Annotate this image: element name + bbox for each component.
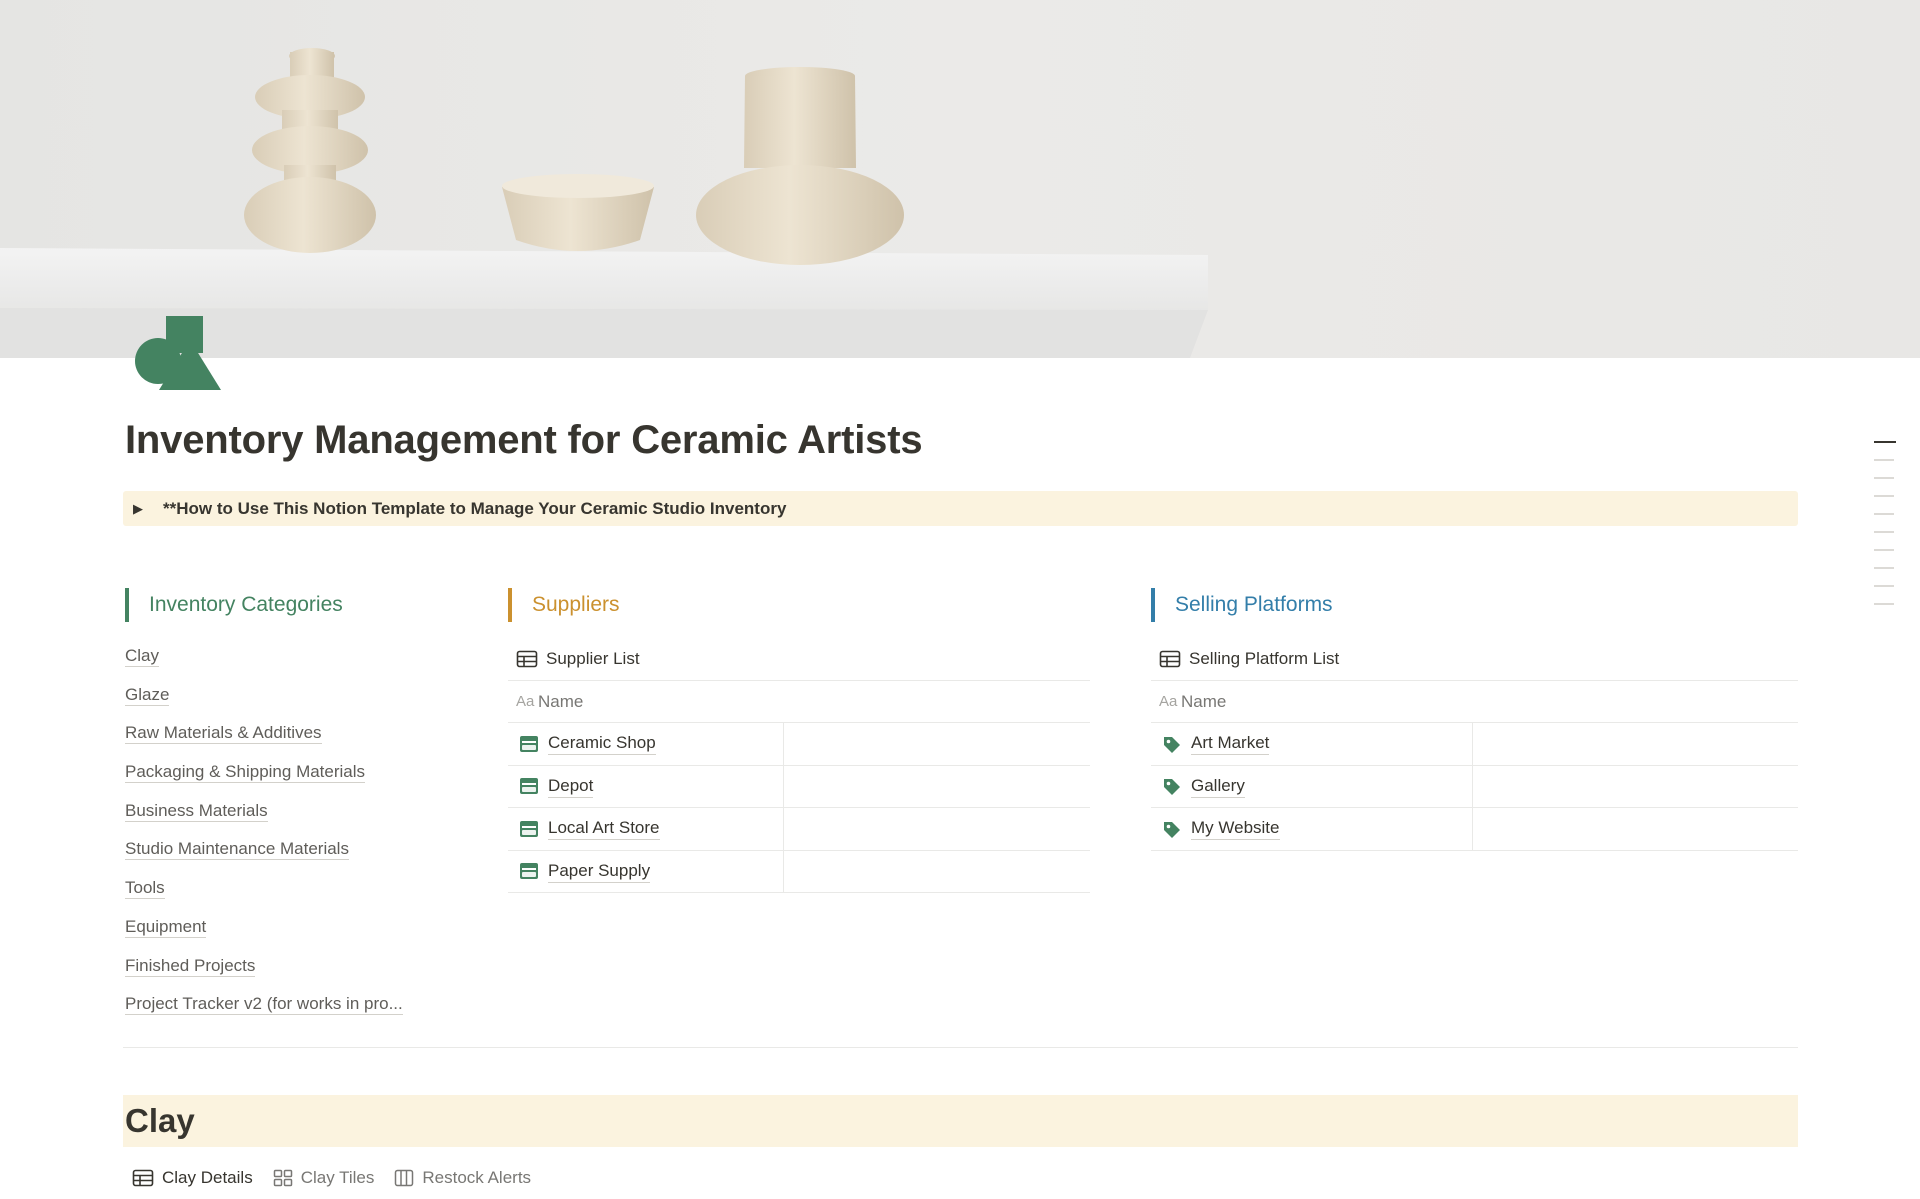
tab-label: Clay Tiles — [300, 1168, 375, 1187]
category-link-packaging[interactable]: Packaging & Shipping Materials — [125, 759, 403, 798]
toc-marker[interactable] — [1874, 477, 1894, 479]
table-row[interactable]: Ceramic Shop — [508, 723, 1090, 766]
category-link-finished-projects[interactable]: Finished Projects — [125, 953, 403, 992]
selling-platforms-heading: Selling Platforms — [1151, 588, 1333, 622]
table-row[interactable]: Local Art Store — [508, 808, 1090, 851]
name-cell[interactable]: Gallery — [1151, 765, 1473, 807]
name-cell[interactable]: Local Art Store — [508, 808, 784, 850]
table-row[interactable]: Paper Supply — [508, 850, 1090, 893]
store-icon — [520, 735, 538, 752]
category-link-studio-maintenance[interactable]: Studio Maintenance Materials — [125, 836, 403, 875]
tag-icon — [1164, 779, 1180, 796]
toc-marker[interactable] — [1874, 585, 1894, 587]
name-column-header[interactable]: Aa Name — [508, 681, 1090, 723]
toc-marker[interactable] — [1874, 567, 1894, 569]
how-to-toggle[interactable]: ▶ **How to Use This Notion Template to M… — [123, 491, 1798, 526]
supplier-list-title[interactable]: Supplier List — [508, 638, 1090, 680]
table-row[interactable]: My Website — [1151, 808, 1798, 851]
selling-platform-database: Selling Platform List Aa Name Art Market… — [1151, 638, 1798, 851]
row-title[interactable]: Local Art Store — [548, 817, 660, 841]
row-title[interactable]: My Website — [1191, 817, 1280, 841]
toggle-arrow-icon[interactable]: ▶ — [133, 501, 151, 517]
name-cell[interactable]: Depot — [508, 765, 784, 807]
name-cell[interactable]: Ceramic Shop — [508, 723, 784, 765]
store-icon — [520, 778, 538, 795]
category-link-project-tracker[interactable]: Project Tracker v2 (for works in pro... — [125, 991, 403, 1030]
category-link-business-materials[interactable]: Business Materials — [125, 798, 403, 837]
page-title[interactable]: Inventory Management for Ceramic Artists — [125, 418, 923, 463]
clay-section-heading[interactable]: Clay — [123, 1095, 1798, 1147]
tab-clay-tiles[interactable]: Clay Tiles — [273, 1168, 375, 1188]
name-cell[interactable]: My Website — [1151, 808, 1473, 850]
toc-marker[interactable] — [1874, 531, 1894, 533]
category-link-clay[interactable]: Clay — [125, 643, 403, 682]
name-cell[interactable]: Art Market — [1151, 723, 1473, 765]
toc-marker[interactable] — [1874, 495, 1894, 497]
supplier-database: Supplier List Aa Name Ceramic Shop Depot… — [508, 638, 1090, 893]
gallery-icon — [273, 1169, 292, 1187]
table-icon — [132, 1169, 154, 1187]
inventory-categories-heading: Inventory Categories — [125, 588, 343, 622]
divider — [123, 1047, 1798, 1048]
text-property-icon: Aa — [516, 693, 535, 710]
text-property-icon: Aa — [1159, 693, 1178, 710]
tab-label: Restock Alerts — [422, 1168, 532, 1187]
name-column-header[interactable]: Aa Name — [1151, 681, 1798, 723]
name-column-label: Name — [538, 691, 584, 711]
tag-icon — [1164, 821, 1180, 838]
toc-marker[interactable] — [1874, 513, 1894, 515]
supplier-list-label: Supplier List — [546, 649, 640, 668]
tag-icon — [1164, 736, 1180, 753]
ceramic-shelf-illustration — [0, 0, 1920, 358]
toc-marker[interactable] — [1874, 441, 1896, 443]
tab-clay-details[interactable]: Clay Details — [132, 1168, 253, 1188]
category-link-equipment[interactable]: Equipment — [125, 914, 403, 953]
name-column-label: Name — [1181, 691, 1227, 711]
row-title[interactable]: Ceramic Shop — [548, 732, 656, 756]
toc-marker[interactable] — [1874, 459, 1894, 461]
shapes-icon[interactable] — [133, 316, 223, 391]
store-icon — [520, 820, 538, 837]
table-of-contents-rail[interactable] — [1874, 441, 1896, 621]
database-view-tabs: Clay Details Clay Tiles Restock Alerts — [132, 1165, 551, 1191]
store-icon — [520, 863, 538, 880]
category-link-raw-materials[interactable]: Raw Materials & Additives — [125, 720, 403, 759]
row-title[interactable]: Gallery — [1191, 775, 1245, 798]
selling-platform-list-label: Selling Platform List — [1189, 649, 1340, 668]
board-icon — [395, 1169, 414, 1187]
table-icon — [516, 650, 538, 668]
inventory-categories-list: Clay Glaze Raw Materials & Additives Pac… — [125, 643, 403, 1030]
category-link-tools[interactable]: Tools — [125, 875, 403, 914]
tab-restock-alerts[interactable]: Restock Alerts — [394, 1168, 531, 1188]
cover-image — [0, 0, 1920, 358]
tab-label: Clay Details — [162, 1168, 253, 1187]
toc-marker[interactable] — [1874, 549, 1894, 551]
row-title[interactable]: Art Market — [1191, 732, 1270, 756]
toggle-label: **How to Use This Notion Template to Man… — [163, 498, 787, 518]
table-row[interactable]: Gallery — [1151, 765, 1798, 808]
table-icon — [1159, 650, 1181, 668]
table-row[interactable]: Depot — [508, 765, 1090, 808]
toc-marker[interactable] — [1874, 603, 1894, 605]
selling-platform-list-title[interactable]: Selling Platform List — [1151, 638, 1798, 680]
row-title[interactable]: Paper Supply — [548, 860, 651, 883]
row-title[interactable]: Depot — [548, 775, 594, 798]
suppliers-heading: Suppliers — [508, 588, 620, 622]
table-row[interactable]: Art Market — [1151, 723, 1798, 766]
name-cell[interactable]: Paper Supply — [508, 850, 784, 892]
category-link-glaze[interactable]: Glaze — [125, 682, 403, 721]
